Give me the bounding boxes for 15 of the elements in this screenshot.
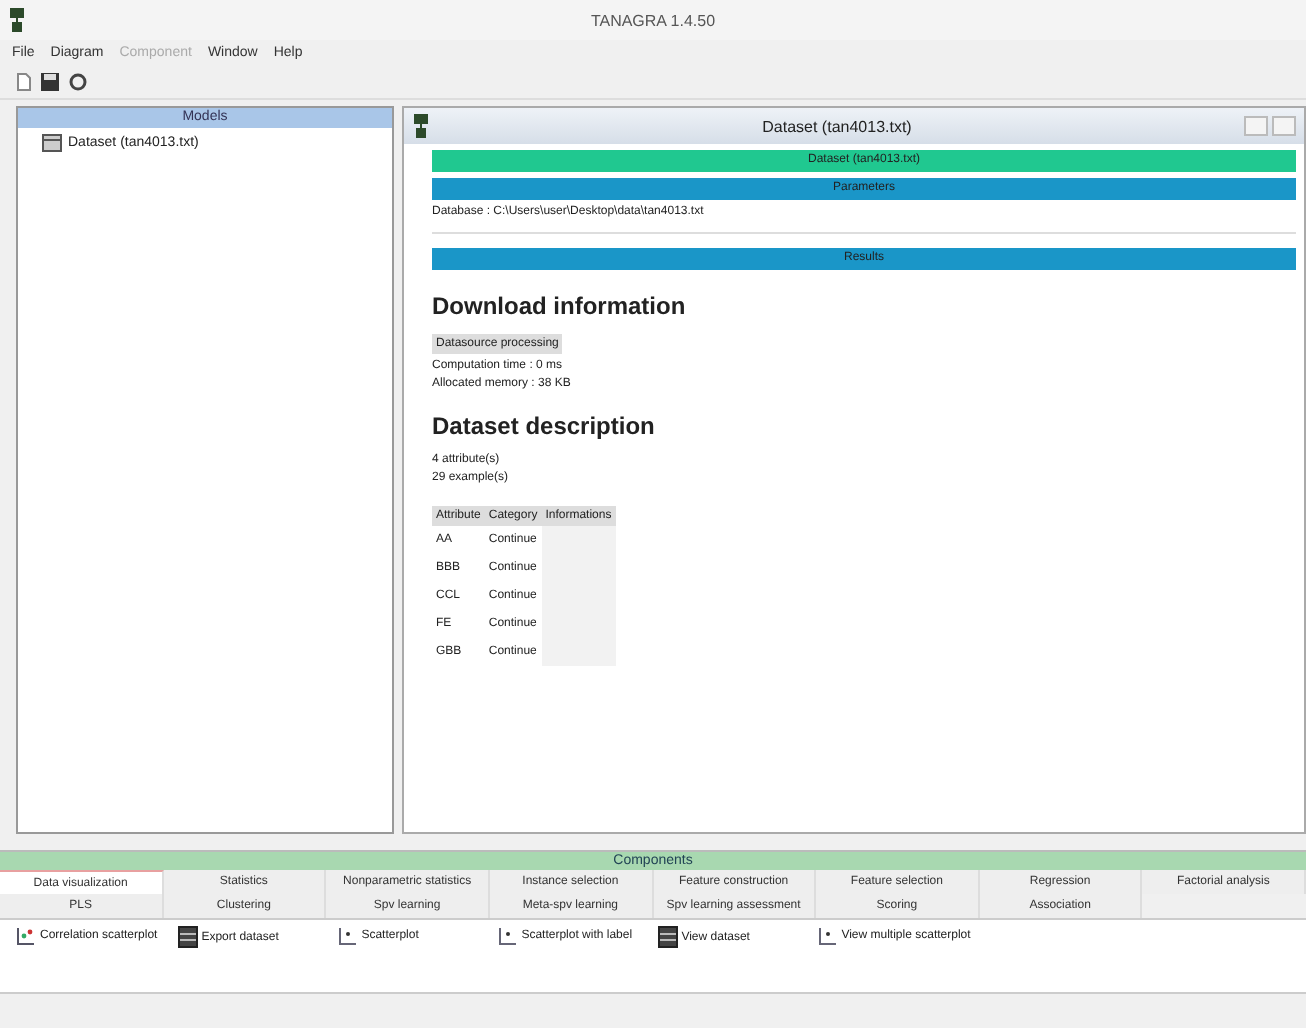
save-icon[interactable]	[40, 72, 60, 92]
section-heading: Dataset description	[432, 412, 657, 440]
scatter-icon	[337, 926, 358, 946]
new-icon[interactable]	[16, 72, 32, 92]
scatter-icon	[817, 926, 838, 946]
report-title: Dataset (tan4013.txt)	[760, 117, 914, 135]
section-heading: Download information	[432, 292, 688, 320]
table-icon	[42, 134, 62, 152]
table-icon	[177, 926, 198, 948]
app-logo-icon	[8, 8, 26, 32]
table-icon	[657, 926, 678, 948]
window-icon	[412, 114, 430, 138]
window-title: TANAGRA 1.4.50	[588, 11, 718, 29]
chart-icon	[16, 926, 36, 946]
scatter-icon	[497, 926, 518, 946]
